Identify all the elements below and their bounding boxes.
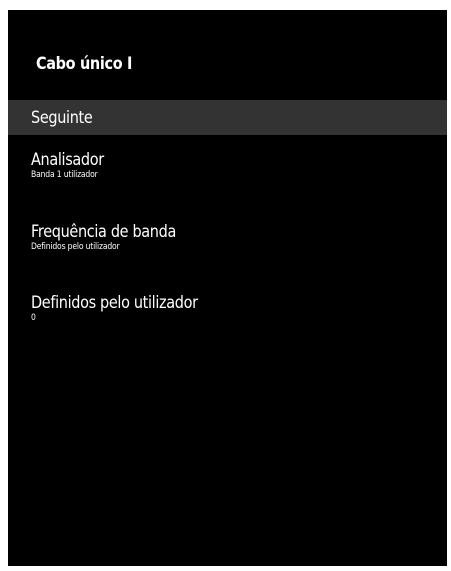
- menu-item-label: Frequência de banda: [31, 222, 176, 242]
- page-title: Cabo único I: [36, 54, 133, 74]
- menu-item-value: 0: [31, 313, 36, 323]
- next-button-label: Seguinte: [31, 108, 93, 128]
- menu-item-label: Definidos pelo utilizador: [31, 293, 198, 313]
- menu-item-label: Analisador: [31, 150, 104, 170]
- menu-item-band-frequency[interactable]: Frequência de banda Definidos pelo utili…: [31, 223, 431, 253]
- menu-item-user-defined[interactable]: Definidos pelo utilizador 0: [31, 294, 431, 324]
- menu-item-value: Definidos pelo utilizador: [31, 242, 120, 252]
- settings-panel: Cabo único I Seguinte Analisador Banda 1…: [8, 10, 447, 566]
- menu-item-value: Banda 1 utilizador: [31, 170, 98, 180]
- next-button[interactable]: Seguinte: [8, 100, 447, 135]
- menu-item-analyzer[interactable]: Analisador Banda 1 utilizador: [31, 151, 431, 181]
